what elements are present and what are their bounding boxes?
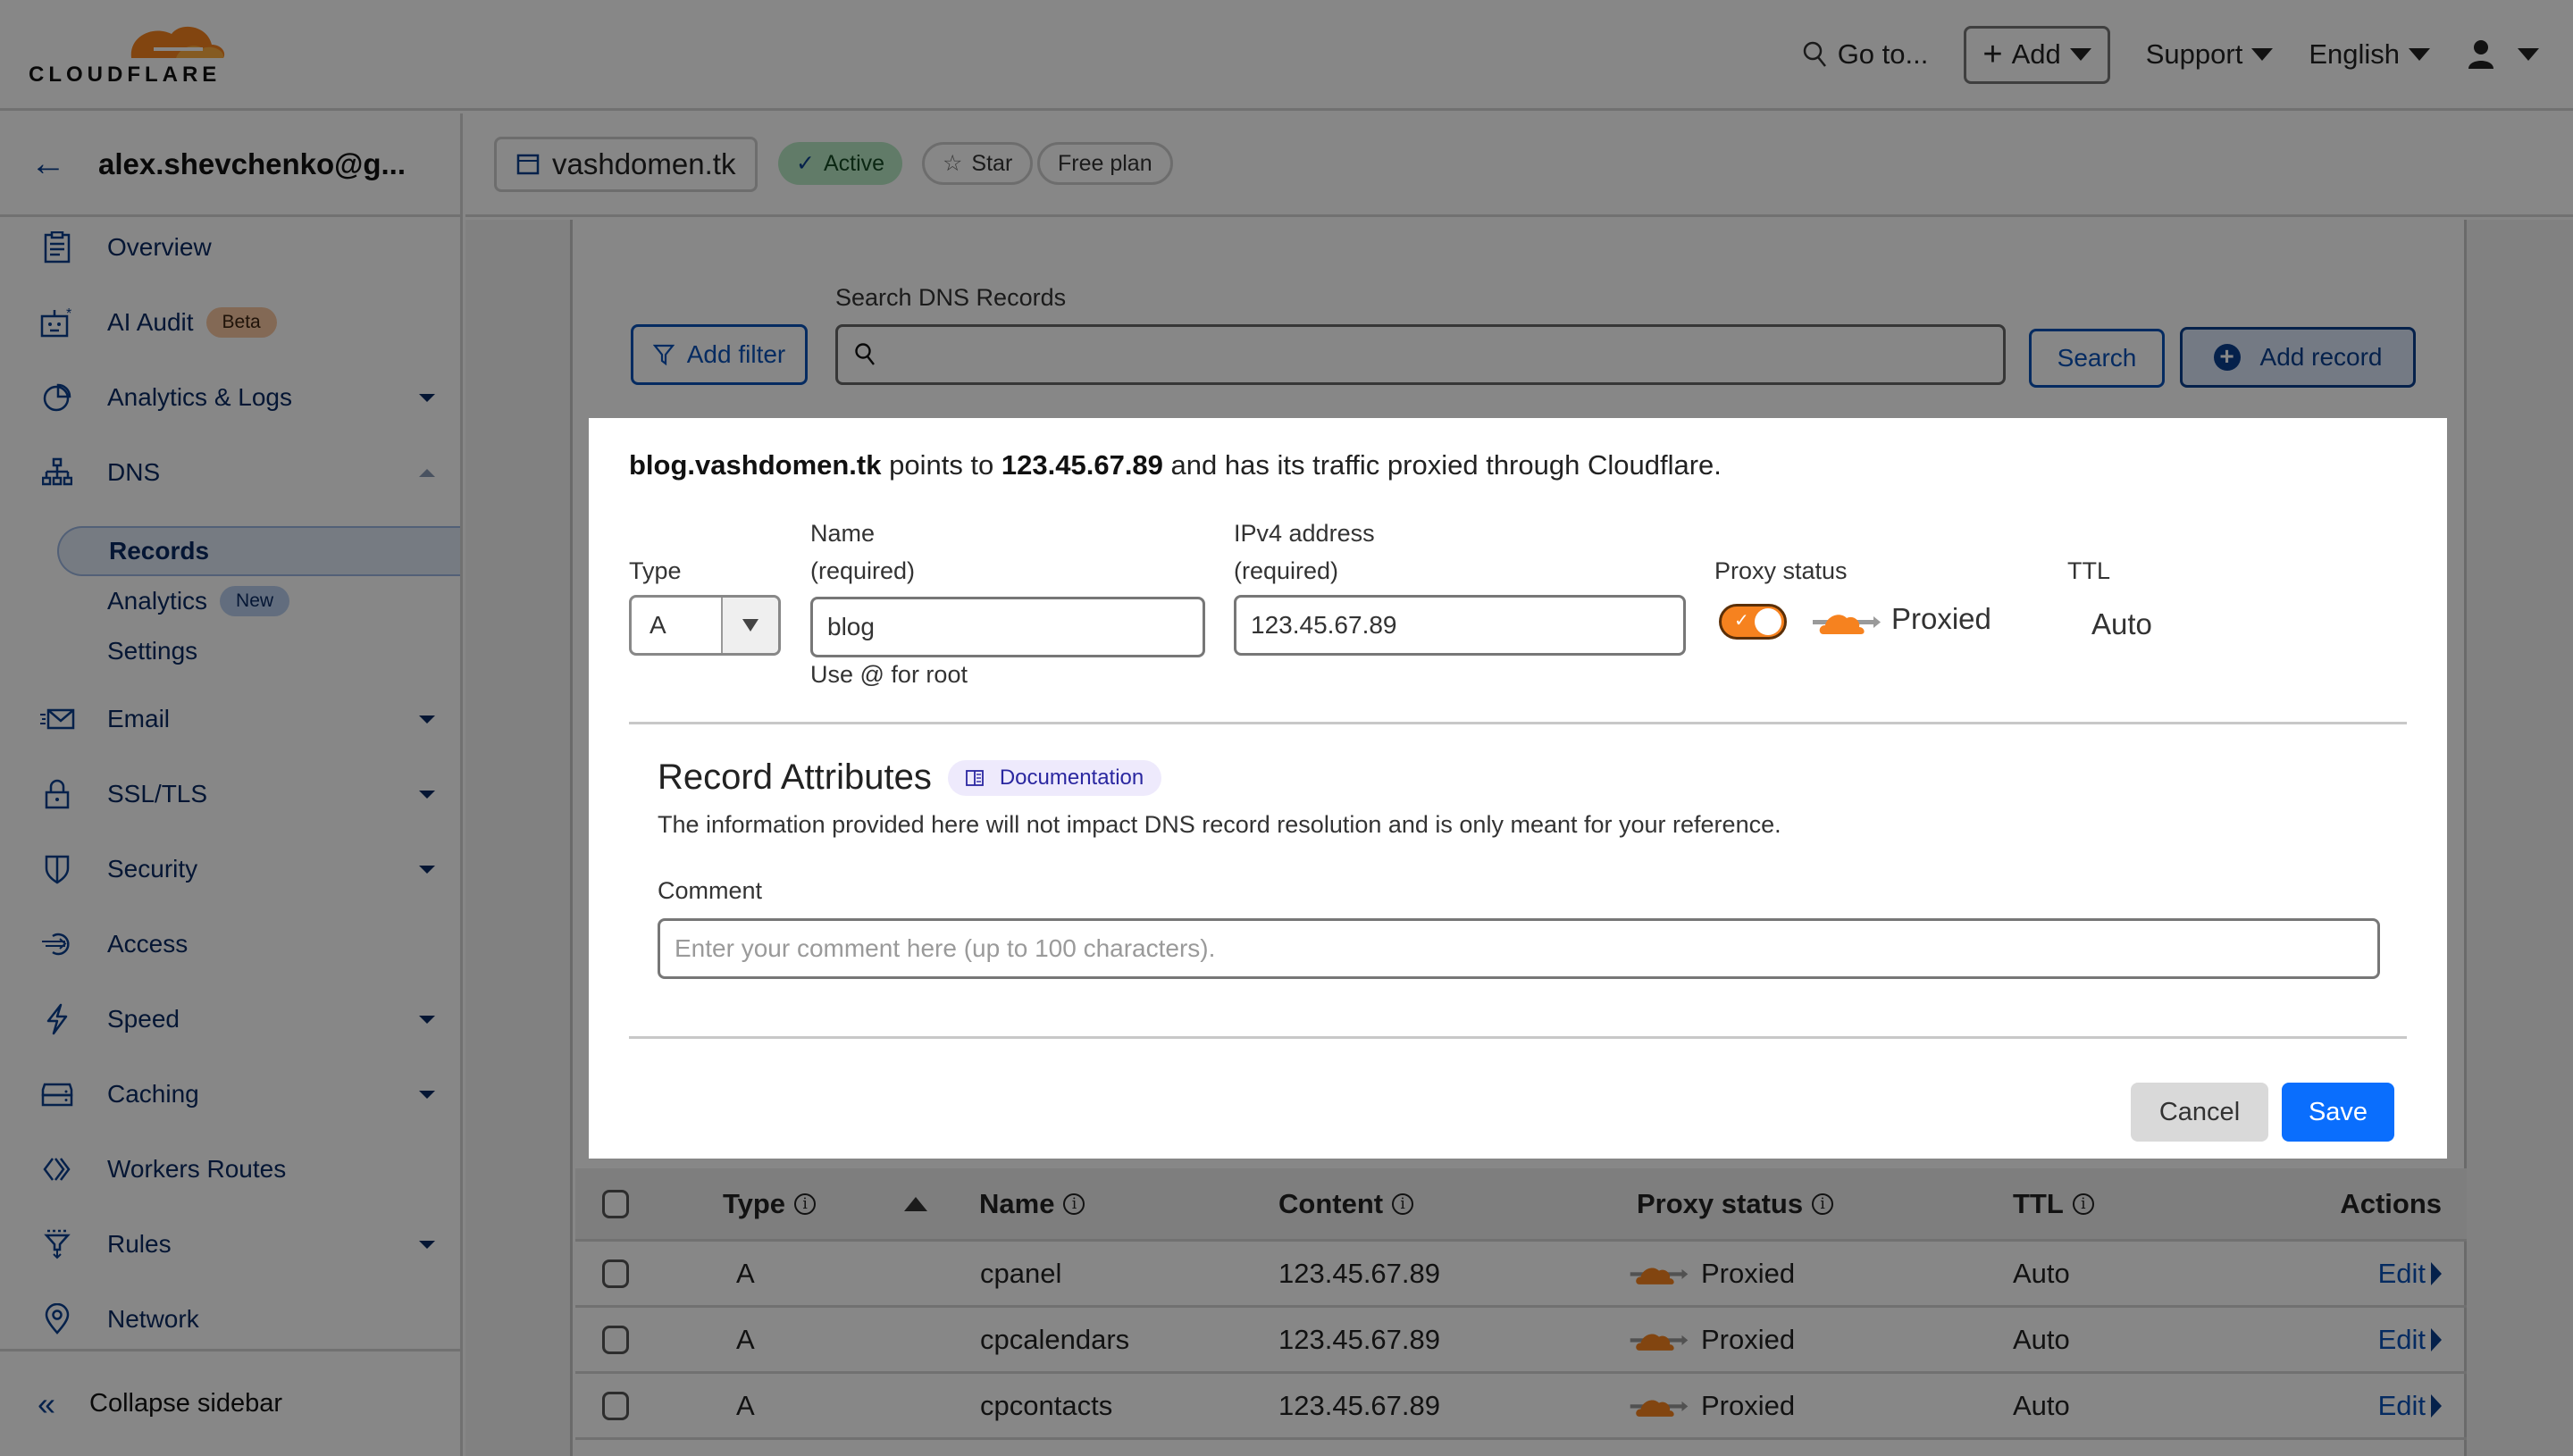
ipv4-required-label: (required) [1234,557,1339,584]
toggle-knob [1755,608,1781,635]
proxy-status-value: Proxied [1891,602,1991,635]
record-summary: blog.vashdomen.tk points to 123.45.67.89… [629,449,1722,481]
dropdown-arrow-icon[interactable] [721,598,778,653]
record-attributes-description: The information provided here will not i… [658,811,1781,838]
save-button[interactable]: Save [2282,1083,2394,1142]
name-label: Name [810,520,876,547]
summary-text: points to [881,449,1002,481]
ttl-value: Auto [2091,607,2152,640]
proxy-status-label: Proxy status [1714,557,1848,584]
ttl-label: TTL [2067,557,2111,584]
comment-label: Comment [658,877,763,904]
book-icon [965,769,984,786]
cancel-button[interactable]: Cancel [2131,1083,2268,1142]
documentation-link[interactable]: Documentation [947,759,1162,796]
proxied-cloud-icon [1813,615,1881,634]
documentation-label: Documentation [999,765,1144,790]
proxy-toggle[interactable]: ✓ [1719,604,1787,640]
divider [629,1036,2407,1039]
record-attributes-heading: Record Attributes Documentation [658,757,1162,798]
type-label: Type [629,557,682,584]
comment-input[interactable] [658,918,2380,979]
summary-tail: and has its traffic proxied through Clou… [1162,449,1722,481]
ipv4-label: IPv4 address [1234,520,1375,547]
type-value: A [650,611,666,639]
type-select[interactable]: A [629,595,781,656]
ipv4-input[interactable] [1234,595,1686,656]
record-attributes-title: Record Attributes [658,757,932,797]
edit-record-panel: blog.vashdomen.tk points to 123.45.67.89… [589,418,2447,1159]
name-input[interactable] [810,597,1205,657]
name-required-label: (required) [810,557,916,584]
summary-hostname: blog.vashdomen.tk [629,449,882,481]
name-hint: Use @ for root [810,661,968,688]
divider [629,722,2407,724]
summary-ip: 123.45.67.89 [1001,449,1163,481]
check-icon: ✓ [1734,611,1749,631]
